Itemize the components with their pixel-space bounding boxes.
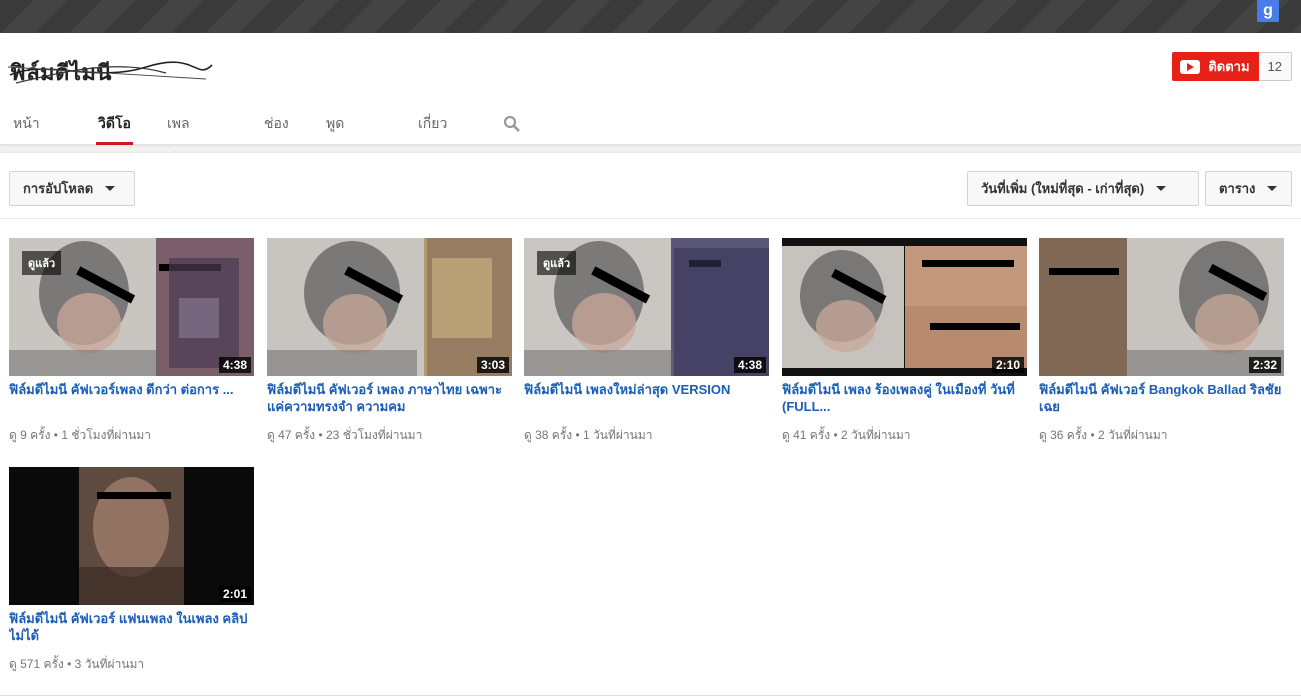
content-bottom-divider: [0, 695, 1301, 696]
watched-badge: ดูแล้ว: [22, 251, 62, 275]
video-duration: 4:38: [733, 357, 766, 373]
videos-content: การอัปโหลด วันที่เพิ่ม (ใหม่ที่สุด - เก่…: [0, 152, 1301, 698]
video-meta: ดู 571 ครั้ง • 3 วันที่ผ่านมา: [9, 657, 145, 671]
video-title[interactable]: ฟิล์มดีไมนี เพลง ร้องเพลงคู่ ในเมืองที่ …: [782, 381, 1027, 415]
video-meta: ดู 36 ครั้ง • 2 วันที่ผ่านมา: [1039, 428, 1168, 442]
sort-dropdown[interactable]: วันที่เพิ่ม (ใหม่ที่สุด - เก่าที่สุด): [967, 171, 1199, 206]
chevron-down-icon: [1267, 186, 1278, 191]
video-meta: ดู 38 ครั้ง • 1 วันที่ผ่านมา: [524, 428, 653, 442]
video-duration: 2:10: [991, 357, 1024, 373]
watched-badge: ดูแล้ว: [537, 251, 577, 275]
channel-name[interactable]: ฟิล์มดีไมนี: [10, 55, 112, 90]
tab-home[interactable]: หน้าแรก: [13, 105, 40, 167]
video-card[interactable]: 2:10 ฟิล์มดีไมนี เพลง ร้องเพลงคู่ ในเมือ…: [782, 238, 1027, 458]
video-card[interactable]: 2:32 ฟิล์มดีไมนี คัฟเวอร์ Bangkok Ballad…: [1039, 238, 1284, 458]
video-thumbnail[interactable]: ดูแล้ว 4:38: [9, 238, 254, 376]
video-card[interactable]: 3:03 ฟิล์มดีไมนี คัฟเวอร์ เพลง ภาษาไทย เ…: [267, 238, 512, 458]
video-title[interactable]: ฟิล์มดีไมนี คัฟเวอร์ Bangkok Ballad ริลช…: [1039, 381, 1284, 415]
tab-about[interactable]: เกี่ยวกับ: [418, 105, 447, 167]
uploads-dropdown[interactable]: การอัปโหลด: [9, 171, 135, 206]
tab-discussion[interactable]: พูดคุยกัน: [326, 105, 344, 203]
sort-dropdown-label: วันที่เพิ่ม (ใหม่ที่สุด - เก่าที่สุด): [981, 181, 1145, 196]
video-card[interactable]: ดูแล้ว 4:38 ฟิล์มดีไมนี เพลงใหม่ล่าสุด V…: [524, 238, 769, 458]
channel-header: ฟิล์มดีไมนี ติดตาม 12 หน้าแรก วิดีโอ เพล…: [0, 33, 1301, 203]
chevron-down-icon: [1156, 186, 1167, 191]
video-duration: 2:01: [218, 586, 251, 602]
video-title[interactable]: ฟิล์มดีไมนี เพลงใหม่ล่าสุด VERSION: [524, 381, 769, 415]
video-duration: 3:03: [476, 357, 509, 373]
video-thumbnail[interactable]: 2:01: [9, 467, 254, 605]
video-thumbnail[interactable]: 2:10: [782, 238, 1027, 376]
video-title[interactable]: ฟิล์มดีไมนี คัฟเวอร์ เพลง ภาษาไทย เฉพาะ …: [267, 381, 512, 415]
videos-toolbar: การอัปโหลด วันที่เพิ่ม (ใหม่ที่สุด - เก่…: [0, 153, 1301, 219]
video-title[interactable]: ฟิล์มดีไมนี คัฟเวอร์ แฟนเพลง ในเพลง คลิป…: [9, 610, 254, 644]
video-meta: ดู 41 ครั้ง • 2 วันที่ผ่านมา: [782, 428, 911, 442]
view-dropdown[interactable]: ตาราง: [1205, 171, 1292, 206]
video-meta: ดู 47 ครั้ง • 23 ชั่วโมงที่ผ่านมา: [267, 428, 423, 442]
video-thumbnail[interactable]: ดูแล้ว 4:38: [524, 238, 769, 376]
tab-videos[interactable]: วิดีโอ: [96, 105, 133, 145]
subscribe-button[interactable]: ติดตาม: [1172, 52, 1259, 81]
video-meta: ดู 9 ครั้ง • 1 ชั่วโมงที่ผ่านมา: [9, 428, 151, 442]
video-duration: 2:32: [1248, 357, 1281, 373]
video-title[interactable]: ฟิล์มดีไมนี คัฟเวอร์เพลง ดีกว่า ต่อการ .…: [9, 381, 254, 415]
search-icon[interactable]: [503, 115, 521, 133]
tab-channels[interactable]: ช่อง: [264, 105, 289, 145]
video-thumbnail[interactable]: 3:03: [267, 238, 512, 376]
subscriber-count: 12: [1258, 52, 1292, 81]
subscribe-label: ติดตาม: [1208, 59, 1250, 74]
top-bar: g: [0, 0, 1301, 33]
video-card[interactable]: ดูแล้ว 4:38 ฟิล์มดีไมนี คัฟเวอร์เพลง ดีก…: [9, 238, 254, 458]
uploads-dropdown-label: การอัปโหลด: [23, 181, 94, 196]
subscribe-group: ติดตาม 12: [1172, 52, 1292, 81]
view-dropdown-label: ตาราง: [1219, 181, 1256, 196]
chevron-down-icon: [105, 186, 116, 191]
youtube-play-icon: [1180, 59, 1201, 74]
tab-playlists[interactable]: เพลย์ลิสต์: [167, 105, 190, 203]
google-plus-icon[interactable]: g: [1257, 0, 1279, 22]
video-card[interactable]: 2:01 ฟิล์มดีไมนี คัฟเวอร์ แฟนเพลง ในเพลง…: [9, 467, 254, 687]
video-thumbnail[interactable]: 2:32: [1039, 238, 1284, 376]
video-duration: 4:38: [218, 357, 251, 373]
